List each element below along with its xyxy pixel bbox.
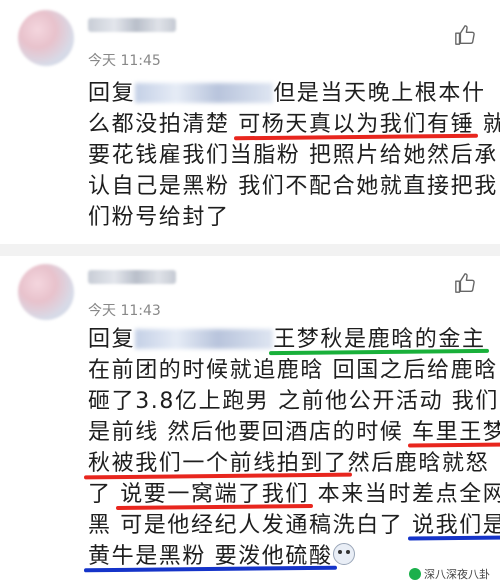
thumbs-up-icon[interactable] (454, 272, 476, 294)
red-underlined-text: 秋被我们一个前线拍到了 (88, 451, 348, 476)
green-underlined-text: 王梦秋是鹿晗的金主 (273, 327, 486, 352)
wechat-icon (409, 568, 421, 580)
comment-card: 今天 11:43 回复 王梦秋是鹿晗的金主 在前团的时候就追鹿晗 回国之后给鹿晗 … (0, 256, 500, 588)
thumbs-up-icon[interactable] (454, 24, 476, 46)
red-underlined-text: 说要一窝端了我们 (120, 482, 310, 507)
crying-face-icon (332, 543, 355, 565)
text-line: 们粉号给封了 (88, 205, 230, 230)
text-line: 在前团的时候就追鹿晗 回国之后给鹿晗 (88, 358, 498, 383)
comment-text: 回复 王梦秋是鹿晗的金主 在前团的时候就追鹿晗 回国之后给鹿晗 砸了3.8亿上跑男… (88, 324, 500, 572)
username[interactable] (88, 270, 176, 284)
text-line: 砸了3.8亿上跑男 之前他公开活动 我们 (88, 389, 499, 414)
text-fragment: 么都没拍清楚 (88, 112, 239, 137)
text-fragment: 了 (88, 482, 121, 507)
blurred-reply-target[interactable] (135, 329, 274, 349)
red-underlined-text: 车里王梦 (412, 420, 500, 445)
text-fragment: 是前线 然后他要回酒店的时候 (88, 420, 412, 445)
blue-underlined-text: 说我们是 (412, 513, 500, 538)
reply-label: 回复 (88, 327, 136, 352)
username[interactable] (88, 18, 176, 32)
reply-label: 回复 (88, 81, 136, 106)
comment-time: 今天 11:43 (88, 303, 161, 319)
watermark: 深八深夜八卦 (405, 564, 494, 584)
comment-card: 今天 11:45 回复 但是当天晚上根本什 么都没拍清楚 可杨天真以为我们有锤 就… (0, 0, 500, 240)
text-line: 认自己是黑粉 我们不配合她就直接把我 (88, 174, 498, 199)
text-fragment: 然后鹿晗就怒 (347, 451, 490, 476)
avatar[interactable] (18, 264, 74, 320)
blurred-reply-target[interactable] (135, 83, 274, 103)
text-fragment: 本来当时差点全网 (309, 482, 500, 507)
blue-underlined-text: 黄牛是黑粉 要泼他硫酸 (88, 544, 333, 569)
text-fragment: 但是当天晚上根本什 (273, 81, 486, 106)
avatar[interactable] (18, 10, 74, 66)
comment-time: 今天 11:45 (88, 53, 161, 69)
red-underlined-text: 可杨天真以为我们有锤 (238, 112, 475, 137)
text-fragment: 就 (482, 112, 500, 137)
watermark-text: 深八深夜八卦 (424, 568, 490, 581)
comment-divider (0, 244, 500, 256)
text-line: 要花钱雇我们当脂粉 把照片给她然后承 (88, 143, 498, 168)
text-fragment: 黑 可是他经纪人发通稿洗白了 (88, 513, 412, 538)
comment-text: 回复 但是当天晚上根本什 么都没拍清楚 可杨天真以为我们有锤 就 要花钱雇我们当脂… (88, 78, 500, 233)
